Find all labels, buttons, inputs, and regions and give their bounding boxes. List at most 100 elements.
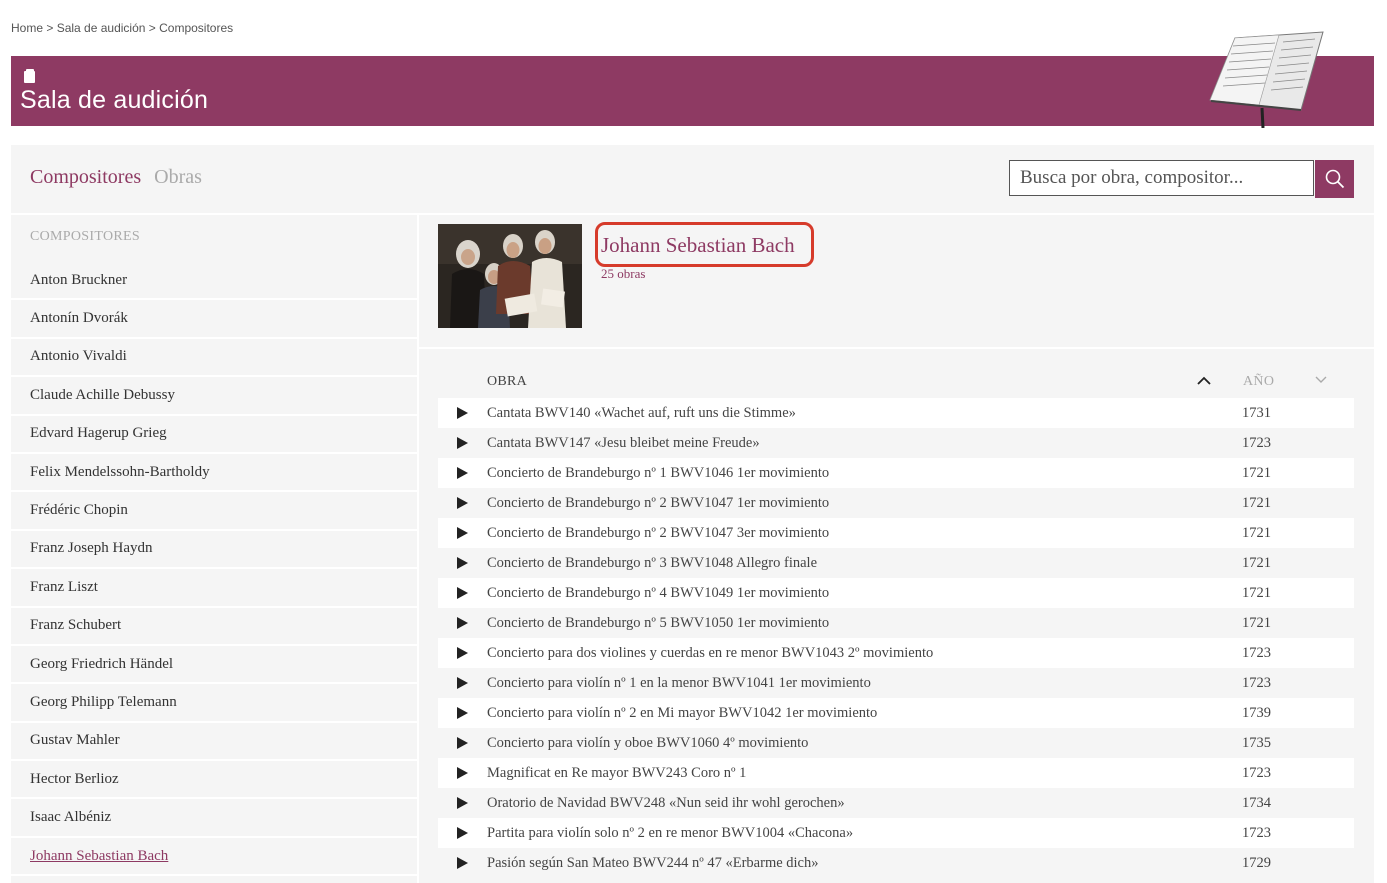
work-year: 1723 [1242,674,1271,691]
work-year: 1729 [1242,854,1271,871]
table-row[interactable]: Concierto de Brandeburgo nº 5 BWV1050 1e… [438,608,1354,638]
sidebar-item-composer[interactable]: Georg Friedrich Händel [11,646,417,685]
chevron-down-icon[interactable] [1315,375,1327,384]
breadcrumb-separator: > [145,21,160,35]
work-year: 1734 [1242,794,1271,811]
composer-name[interactable]: Johann Sebastian Bach [601,233,795,258]
breadcrumb-home[interactable]: Home [11,21,43,35]
search-button[interactable] [1315,160,1354,198]
work-title: Concierto de Brandeburgo nº 5 BWV1050 1e… [487,614,830,631]
table-row[interactable]: Oratorio de Navidad BWV248 «Nun seid ihr… [438,788,1354,818]
table-row[interactable]: Concierto de Brandeburgo nº 2 BWV1047 3e… [438,518,1354,548]
sidebar-item-composer[interactable]: Franz Schubert [11,608,417,646]
sidebar-item-composer[interactable]: Franz Liszt [11,569,417,608]
sidebar-item-composer[interactable]: Gustav Mahler [11,723,417,762]
sidebar-heading: COMPOSITORES [30,229,140,244]
search-icon [1325,169,1344,189]
work-year: 1723 [1242,434,1271,451]
sidebar-item-composer[interactable]: Isaac Albéniz [11,799,417,838]
play-icon[interactable] [457,737,468,749]
play-icon[interactable] [457,407,468,419]
breadcrumb: Home > Sala de audición > Compositores [11,21,233,35]
play-icon[interactable] [457,527,468,539]
work-title: Concierto para violín nº 1 en la menor B… [487,674,871,691]
sidebar-item-composer[interactable]: Antonio Vivaldi [11,339,417,378]
play-icon[interactable] [457,437,468,449]
work-year: 1721 [1242,524,1271,541]
play-icon[interactable] [457,677,468,689]
table-row[interactable]: Pasión según San Mateo BWV244 nº 47 «Erb… [438,848,1354,878]
work-year: 1721 [1242,614,1271,631]
breadcrumb-section[interactable]: Sala de audición [57,21,146,35]
work-title: Magnificat en Re mayor BWV243 Coro nº 1 [487,764,747,781]
works-table: Cantata BWV140 «Wachet auf, ruft uns die… [438,398,1354,878]
play-icon[interactable] [457,467,468,479]
table-row[interactable]: Cantata BWV147 «Jesu bleibet meine Freud… [438,428,1354,458]
view-tabs: Compositores Obras [30,166,202,189]
work-title: Concierto de Brandeburgo nº 3 BWV1048 Al… [487,554,818,571]
breadcrumb-current[interactable]: Compositores [159,21,233,35]
table-row[interactable]: Concierto de Brandeburgo nº 3 BWV1048 Al… [438,548,1354,578]
table-row[interactable]: Cantata BWV140 «Wachet auf, ruft uns die… [438,398,1354,428]
sidebar-item-composer[interactable]: Hector Berlioz [11,761,417,800]
search-input[interactable] [1009,160,1314,196]
tab-composers[interactable]: Compositores [30,166,141,188]
music-stand-illustration [1209,31,1324,128]
sidebar-item-composer[interactable]: Georg Philipp Telemann [11,684,417,723]
sidebar-item-composer[interactable]: Franz Joseph Haydn [11,531,417,570]
table-row[interactable]: Concierto de Brandeburgo nº 4 BWV1049 1e… [438,578,1354,608]
work-year: 1723 [1242,764,1271,781]
sidebar-item-composer[interactable]: Frédéric Chopin [11,492,417,531]
composer-portrait [438,224,582,328]
play-icon[interactable] [457,557,468,569]
sidebar-item-composer[interactable]: Edvard Hagerup Grieg [11,416,417,454]
column-header-year[interactable]: AÑO [1243,374,1274,390]
page-banner: Sala de audición [11,56,1374,126]
chevron-up-icon[interactable] [1197,376,1211,386]
table-row[interactable]: Concierto para violín y oboe BWV1060 4º … [438,728,1354,758]
play-icon[interactable] [457,587,468,599]
work-year: 1735 [1242,734,1271,751]
composer-list: Anton Bruckner Antonín Dvorák Antonio Vi… [11,262,417,877]
sidebar-item-composer-active[interactable]: Johann Sebastian Bach [11,838,417,877]
sidebar-item-composer[interactable]: Anton Bruckner [11,262,417,301]
work-title: Concierto de Brandeburgo nº 2 BWV1047 3e… [487,524,830,541]
breadcrumb-separator: > [43,21,57,35]
work-title: Pasión según San Mateo BWV244 nº 47 «Erb… [487,854,819,871]
play-icon[interactable] [457,707,468,719]
work-title: Oratorio de Navidad BWV248 «Nun seid ihr… [487,794,845,811]
play-icon[interactable] [457,857,468,869]
play-icon[interactable] [457,647,468,659]
work-title: Cantata BWV147 «Jesu bleibet meine Freud… [487,434,760,451]
work-year: 1723 [1242,644,1271,661]
play-icon[interactable] [457,617,468,629]
play-icon[interactable] [457,497,468,509]
table-row[interactable]: Magnificat en Re mayor BWV243 Coro nº 1 1… [438,758,1354,788]
play-icon[interactable] [457,797,468,809]
work-year: 1721 [1242,494,1271,511]
work-year: 1723 [1242,824,1271,841]
table-row[interactable]: Partita para violín solo nº 2 en re meno… [438,818,1354,848]
work-year: 1721 [1242,584,1271,601]
page-title: Sala de audición [20,86,209,114]
table-row[interactable]: Concierto para dos violines y cuerdas en… [438,638,1354,668]
works-count: 25 obras [601,266,646,281]
sidebar-item-composer[interactable]: Felix Mendelssohn-Bartholdy [11,454,417,493]
document-icon [24,69,35,83]
work-title: Concierto de Brandeburgo nº 1 BWV1046 1e… [487,464,830,481]
tab-works[interactable]: Obras [154,166,202,188]
work-title: Cantata BWV140 «Wachet auf, ruft uns die… [487,404,796,421]
divider [419,347,1374,349]
sidebar-item-composer[interactable]: Antonín Dvorák [11,300,417,339]
work-title: Concierto para dos violines y cuerdas en… [487,644,934,661]
work-year: 1731 [1242,404,1271,421]
table-row[interactable]: Concierto de Brandeburgo nº 2 BWV1047 1e… [438,488,1354,518]
table-row[interactable]: Concierto para violín nº 2 en Mi mayor B… [438,698,1354,728]
table-row[interactable]: Concierto para violín nº 1 en la menor B… [438,668,1354,698]
work-title: Concierto para violín nº 2 en Mi mayor B… [487,704,878,721]
column-header-work[interactable]: OBRA [487,374,527,390]
table-row[interactable]: Concierto de Brandeburgo nº 1 BWV1046 1e… [438,458,1354,488]
play-icon[interactable] [457,767,468,779]
sidebar-item-composer[interactable]: Claude Achille Debussy [11,377,417,416]
play-icon[interactable] [457,827,468,839]
